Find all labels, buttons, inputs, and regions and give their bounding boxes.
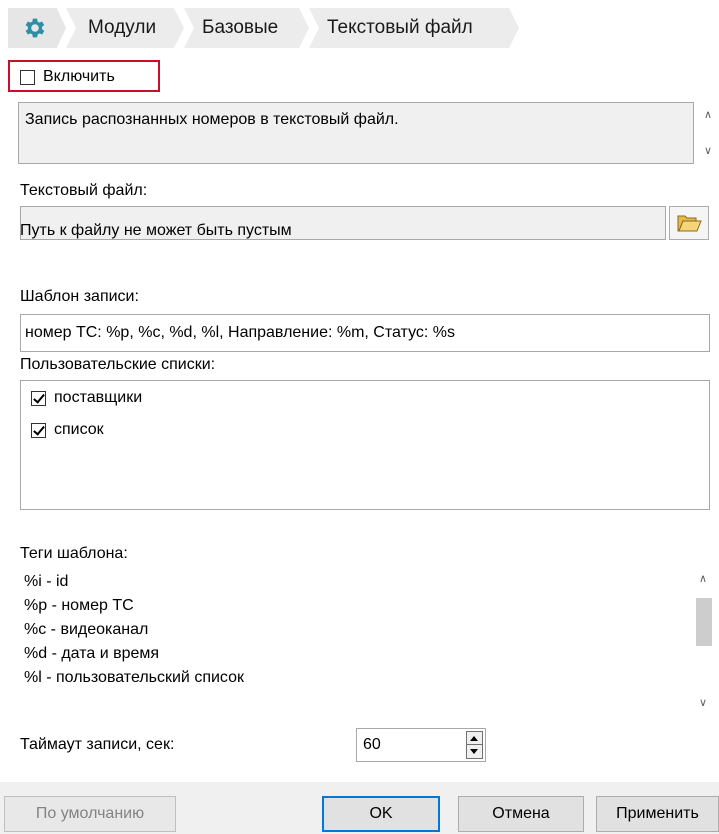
- defaults-button[interactable]: По умолчанию: [4, 796, 176, 832]
- template-label: Шаблон записи:: [20, 288, 139, 305]
- template-value: номер ТС: %p, %c, %d, %l, Направление: %…: [25, 324, 455, 341]
- tag-item: %l - пользовательский список: [24, 669, 244, 686]
- description-scroll-up-icon[interactable]: ∧: [704, 108, 712, 121]
- cancel-button[interactable]: Отмена: [458, 796, 584, 832]
- enable-label: Включить: [43, 68, 115, 85]
- breadcrumb-home[interactable]: [8, 8, 66, 48]
- timeout-value: 60: [363, 736, 381, 753]
- tag-item: %i - id: [24, 573, 69, 590]
- list-item-label: поставщики: [54, 389, 143, 406]
- file-error-text: Путь к файлу не может быть пустым: [20, 222, 292, 239]
- description-text: Запись распознанных номеров в текстовый …: [25, 111, 399, 128]
- spin-down-icon[interactable]: [467, 745, 482, 758]
- list-item-checkbox[interactable]: [31, 390, 46, 406]
- list-item[interactable]: поставщики: [31, 389, 142, 407]
- tags-scroll-down-icon[interactable]: ∨: [699, 696, 707, 709]
- browse-button[interactable]: [669, 206, 709, 240]
- breadcrumb-item-basic[interactable]: Базовые: [184, 8, 309, 48]
- gear-icon: [25, 18, 45, 38]
- list-item-checkbox[interactable]: [31, 422, 46, 438]
- ok-button[interactable]: OK: [322, 796, 440, 832]
- user-lists-label: Пользовательские списки:: [20, 356, 216, 373]
- breadcrumb-label: Модули: [88, 17, 157, 38]
- folder-open-icon: [677, 215, 702, 232]
- spin-up-icon[interactable]: [467, 732, 482, 745]
- breadcrumb: Модули Базовые Текстовый файл: [8, 8, 518, 48]
- enable-checkbox[interactable]: Включить: [20, 66, 115, 88]
- tag-item: %p - номер ТС: [24, 597, 134, 614]
- breadcrumb-item-modules[interactable]: Модули: [66, 8, 184, 48]
- list-item-label: список: [54, 421, 104, 438]
- tags-scroll-thumb[interactable]: [696, 598, 712, 646]
- tag-item: %c - видеоканал: [24, 621, 149, 638]
- tags-list: %i - id %p - номер ТС %c - видеоканал %d…: [24, 570, 244, 690]
- template-input[interactable]: номер ТС: %p, %c, %d, %l, Направление: %…: [20, 314, 710, 352]
- tags-scroll-up-icon[interactable]: ∧: [699, 572, 707, 585]
- breadcrumb-label: Текстовый файл: [327, 17, 473, 38]
- description-box: Запись распознанных номеров в текстовый …: [18, 102, 694, 164]
- timeout-label: Таймаут записи, сек:: [20, 736, 175, 753]
- description-scroll-down-icon[interactable]: ∨: [704, 144, 712, 157]
- breadcrumb-label: Базовые: [202, 17, 279, 38]
- user-lists-box[interactable]: поставщики список: [20, 380, 710, 510]
- file-label: Текстовый файл:: [20, 182, 148, 199]
- tags-label: Теги шаблона:: [20, 545, 128, 562]
- apply-button[interactable]: Применить: [596, 796, 719, 832]
- tag-item: %d - дата и время: [24, 645, 160, 662]
- spin-buttons: [466, 731, 483, 759]
- breadcrumb-item-textfile[interactable]: Текстовый файл: [309, 8, 519, 48]
- list-item[interactable]: список: [31, 421, 104, 439]
- timeout-spinbox[interactable]: 60: [356, 728, 486, 762]
- tags-scrollbar[interactable]: ∧ ∨: [692, 568, 716, 720]
- enable-checkbox-box[interactable]: [20, 69, 35, 85]
